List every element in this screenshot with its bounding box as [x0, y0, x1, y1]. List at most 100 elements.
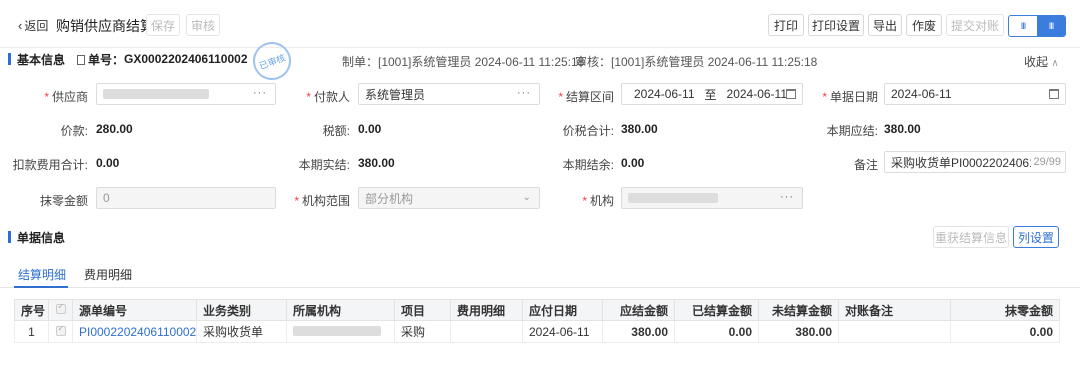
- doc-no-value: GX0002202406110002: [124, 52, 248, 66]
- payer-label-text: 付款人: [313, 90, 350, 104]
- balance-value: 0.00: [621, 156, 645, 170]
- save-button[interactable]: 保存: [146, 14, 180, 36]
- remark-counter: 29/99: [1031, 156, 1061, 168]
- redacted-value: [293, 325, 381, 336]
- col-due-amount: 应结金额: [602, 299, 675, 321]
- period-range-field[interactable]: 2024-06-11 至 2024-06-11: [621, 83, 803, 105]
- col-item: 项目: [394, 299, 451, 321]
- back-link[interactable]: ‹ 返回: [18, 17, 48, 34]
- cell-business-type: 采购收货单: [196, 320, 287, 343]
- round-field[interactable]: 0: [96, 187, 276, 209]
- table-header-row: 序号 源单编号 业务类别 所属机构 项目 费用明细 应付日期 应结金额 已结算金…: [14, 299, 1060, 321]
- remark-label: 备注: [853, 158, 878, 172]
- org-label-text: 机构: [589, 194, 614, 208]
- supplier-label: * 供应商: [40, 88, 88, 105]
- required-mark: *: [306, 90, 311, 104]
- view-toggle-option-2[interactable]: III: [1037, 16, 1065, 36]
- col-seq: 序号: [14, 299, 49, 321]
- cell-reconcile-remark[interactable]: [838, 320, 951, 343]
- balance-label: 本期结余:: [562, 158, 614, 172]
- col-round-amount: 抹零金额: [950, 299, 1060, 321]
- doc-date-label: * 单据日期: [814, 88, 878, 105]
- more-icon[interactable]: ···: [780, 191, 794, 203]
- cell-org: [286, 320, 395, 343]
- doc-no-label: 单号：: [88, 52, 125, 67]
- doc-info-title: 单据信息: [17, 230, 66, 245]
- cell-item: 采购: [394, 320, 451, 343]
- view-toggle-option-1[interactable]: III: [1009, 16, 1037, 36]
- org-scope-label-text: 机构范围: [301, 194, 350, 208]
- collapse-label: 收起: [1024, 55, 1049, 69]
- audit-button[interactable]: 审核: [186, 14, 220, 36]
- more-icon[interactable]: ···: [253, 87, 267, 99]
- tax-value: 0.00: [358, 122, 382, 136]
- checkbox-icon[interactable]: [55, 302, 66, 314]
- due-label: 本期应结:: [826, 124, 878, 138]
- submit-reconcile-button[interactable]: 提交对账: [946, 14, 1004, 36]
- due-value: 380.00: [884, 122, 921, 136]
- cell-source-no-link[interactable]: PI0002202406110002: [72, 320, 197, 343]
- payer-field[interactable]: 系统管理员 ···: [358, 83, 540, 105]
- org-scope-placeholder: 部分机构: [365, 191, 414, 206]
- period-end: 2024-06-11: [726, 87, 788, 101]
- actual-label: 本期实结:: [298, 158, 350, 172]
- chevron-up-icon: ∧: [1051, 58, 1059, 69]
- table-row[interactable]: 1 PI0002202406110002 采购收货单 采购 2024-06-11…: [14, 320, 1060, 343]
- payer-label: * 付款人: [290, 88, 350, 105]
- page-title: 购销供应商结算: [56, 18, 154, 34]
- view-toggle: III III: [1008, 15, 1066, 37]
- doc-date-label-text: 单据日期: [829, 90, 878, 104]
- calendar-icon[interactable]: [786, 89, 796, 99]
- required-mark: *: [822, 90, 827, 104]
- document-icon: [77, 55, 86, 65]
- col-select-all[interactable]: [48, 299, 73, 321]
- collapse-toggle[interactable]: 收起 ∧: [1024, 53, 1059, 70]
- payer-value: 系统管理员: [365, 87, 426, 102]
- chevron-left-icon: ‹: [18, 18, 23, 33]
- section-accent-bar: [8, 53, 11, 65]
- cell-settled-amount: 0.00: [674, 320, 759, 343]
- actual-value: 380.00: [358, 156, 395, 170]
- supplier-field[interactable]: ···: [96, 83, 276, 105]
- more-icon[interactable]: ···: [517, 87, 531, 99]
- creator-info: 制单：[1001]系统管理员 2024-06-11 11:25:18: [342, 55, 585, 69]
- col-reconcile-remark: 对账备注: [838, 299, 951, 321]
- settlement-page: ‹ 返回 购销供应商结算 保存 审核 打印 打印设置 导出 作废 提交对账 III…: [0, 0, 1080, 373]
- export-button[interactable]: 导出: [868, 14, 902, 36]
- settlement-table: 序号 源单编号 业务类别 所属机构 项目 费用明细 应付日期 应结金额 已结算金…: [14, 299, 1060, 343]
- supplier-label-text: 供应商: [51, 90, 88, 104]
- print-settings-button[interactable]: 打印设置: [808, 14, 864, 36]
- cell-select[interactable]: [48, 320, 73, 343]
- tab-expense-detail[interactable]: 费用明细: [84, 266, 132, 283]
- col-source-no: 源单编号: [72, 299, 197, 321]
- round-label: 抹零金额: [39, 194, 88, 208]
- basic-info-title: 基本信息: [17, 52, 66, 67]
- col-unsettled-amount: 未结算金额: [758, 299, 839, 321]
- price-value: 280.00: [96, 122, 133, 136]
- detail-tabs: 结算明细 费用明细: [0, 262, 1080, 288]
- round-value: 0: [103, 191, 110, 205]
- col-org: 所属机构: [286, 299, 395, 321]
- print-button[interactable]: 打印: [768, 14, 804, 36]
- total-value: 380.00: [621, 122, 658, 136]
- tab-settlement-detail[interactable]: 结算明细: [18, 266, 66, 283]
- reget-settlement-button[interactable]: 重获结算信息: [933, 226, 1009, 248]
- void-button[interactable]: 作废: [906, 14, 942, 36]
- chevron-down-icon: ⌄: [522, 192, 531, 203]
- remark-field[interactable]: 采购收货单PI00022024061100 29/99: [884, 151, 1066, 173]
- doc-date-field[interactable]: 2024-06-11: [884, 83, 1066, 105]
- org-scope-label: * 机构范围: [290, 192, 350, 209]
- doc-info-header: 单据信息: [8, 226, 65, 248]
- period-label-text: 结算区间: [565, 90, 614, 104]
- top-toolbar: ‹ 返回 购销供应商结算 保存 审核 打印 打印设置 导出 作废 提交对账 III…: [0, 0, 1080, 48]
- checkbox-icon[interactable]: [55, 324, 66, 336]
- cell-seq: 1: [14, 320, 49, 343]
- org-field[interactable]: ···: [621, 187, 803, 209]
- required-mark: *: [582, 194, 587, 208]
- period-label: * 结算区间: [550, 88, 614, 105]
- org-scope-select[interactable]: 部分机构 ⌄: [358, 187, 540, 209]
- deduct-label: 扣款费用合计:: [12, 158, 88, 172]
- required-mark: *: [558, 90, 563, 104]
- calendar-icon[interactable]: [1049, 89, 1059, 99]
- column-settings-button[interactable]: 列设置: [1013, 226, 1059, 248]
